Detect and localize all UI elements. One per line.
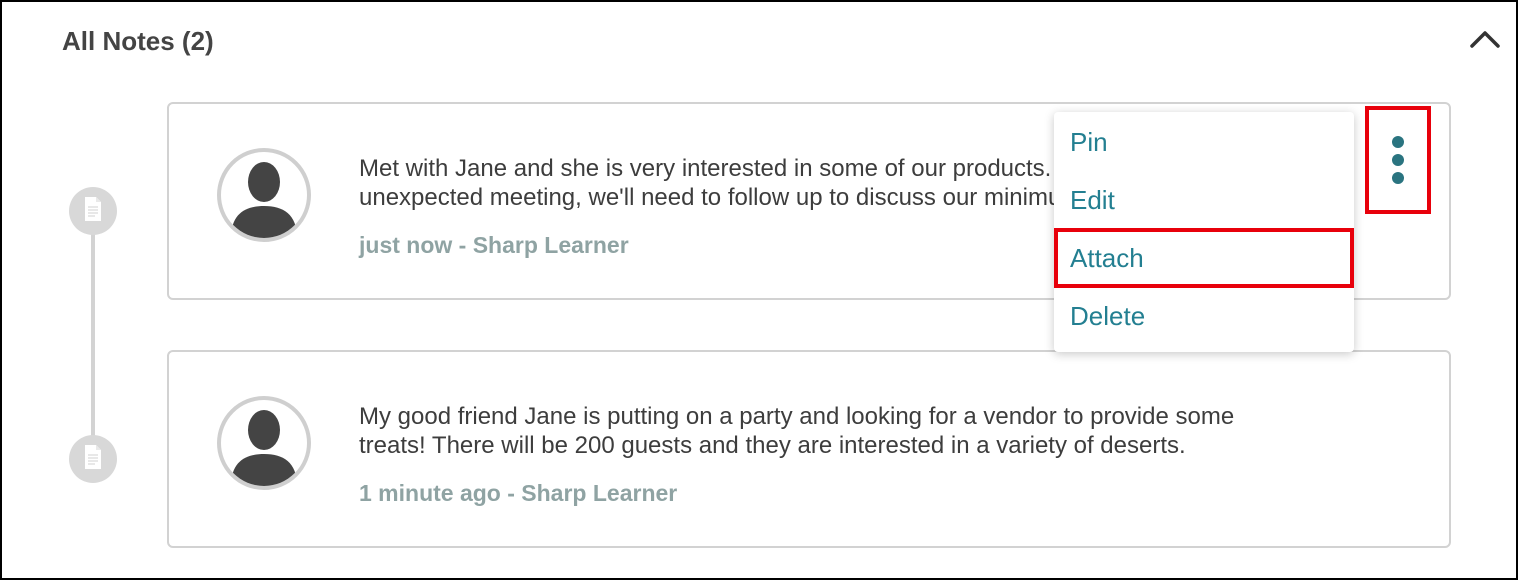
kebab-menu-icon — [1392, 172, 1404, 184]
note-text-line: treats! There will be 200 guests and the… — [359, 432, 1186, 459]
kebab-menu-icon — [1392, 136, 1404, 148]
kebab-menu-icon — [1392, 154, 1404, 166]
user-silhouette-icon — [221, 400, 307, 486]
collapse-button[interactable] — [1465, 24, 1505, 58]
menu-item-edit[interactable]: Edit — [1054, 171, 1354, 229]
note-text-line: Met with Jane and she is very interested… — [359, 155, 1059, 182]
note-text: My good friend Jane is putting on a part… — [359, 402, 1319, 460]
timeline-line — [91, 210, 95, 460]
note-text: Met with Jane and she is very interested… — [359, 154, 1059, 212]
kebab-menu-button[interactable] — [1365, 106, 1431, 214]
user-silhouette-icon — [221, 152, 307, 238]
menu-item-attach[interactable]: Attach — [1054, 228, 1354, 288]
document-icon — [83, 196, 103, 227]
notes-panel: All Notes (2) Met with Jane and she is v… — [0, 0, 1518, 580]
note-meta: just now - Sharp Learner — [359, 232, 629, 258]
note-actions-menu: Pin Edit Attach Delete — [1054, 112, 1354, 352]
note-card: My good friend Jane is putting on a part… — [167, 350, 1451, 548]
document-icon — [83, 444, 103, 475]
note-text-line: My good friend Jane is putting on a part… — [359, 403, 1235, 430]
menu-item-delete[interactable]: Delete — [1054, 287, 1354, 345]
timeline-node — [69, 187, 117, 235]
menu-item-pin[interactable]: Pin — [1054, 113, 1354, 171]
avatar — [217, 148, 311, 242]
avatar — [217, 396, 311, 490]
note-meta: 1 minute ago - Sharp Learner — [359, 480, 678, 506]
timeline-node — [69, 435, 117, 483]
section-title: All Notes (2) — [62, 26, 214, 56]
note-text-line: unexpected meeting, we'll need to follow… — [359, 184, 1059, 211]
chevron-up-icon — [1469, 29, 1501, 54]
